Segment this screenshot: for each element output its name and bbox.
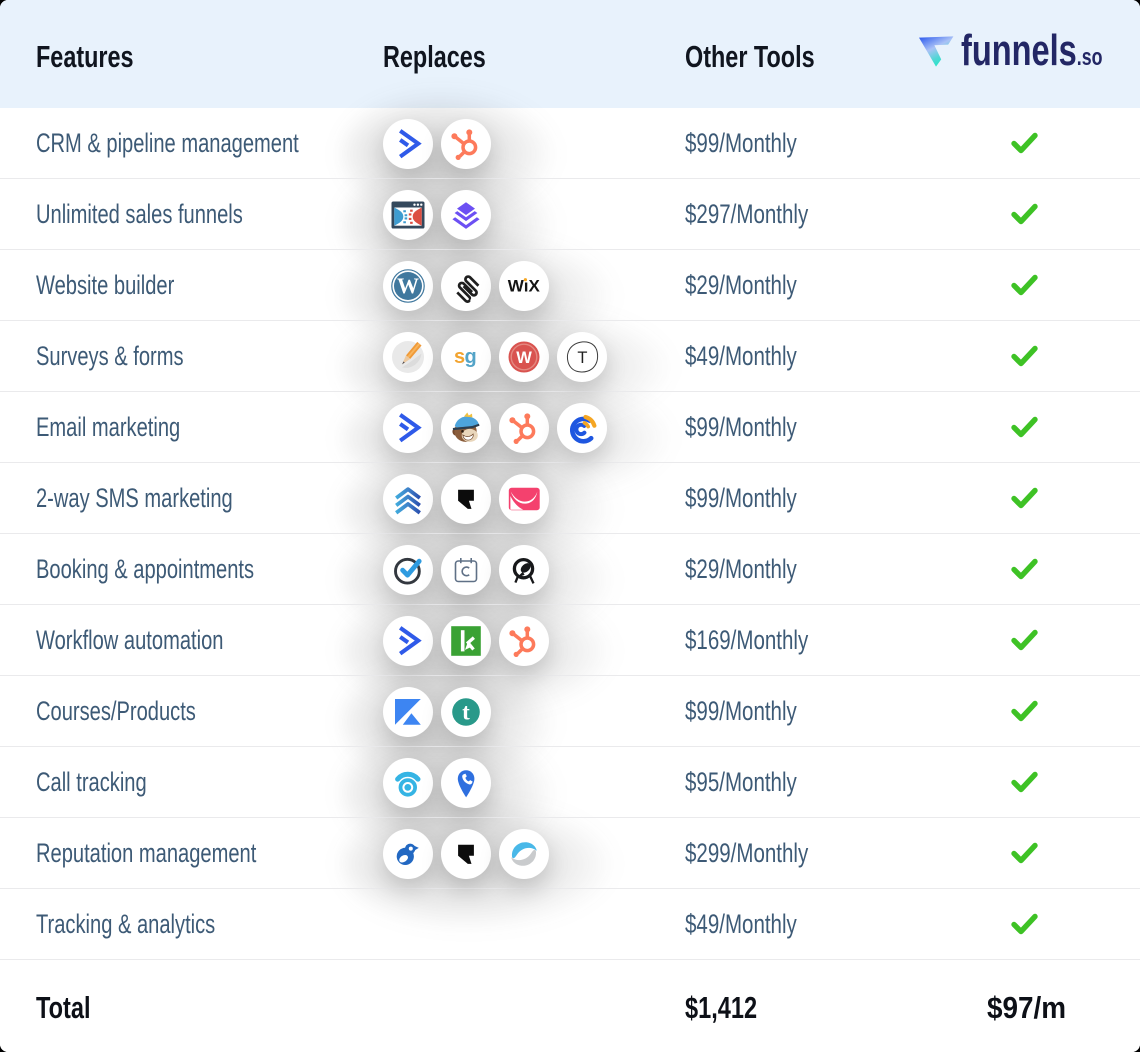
svg-text:T: T xyxy=(577,349,587,367)
svg-text:W: W xyxy=(397,273,419,298)
svg-text:t: t xyxy=(462,700,470,725)
svg-text:g: g xyxy=(464,346,476,368)
svg-text:W: W xyxy=(516,349,532,367)
svg-text:s: s xyxy=(454,346,465,368)
